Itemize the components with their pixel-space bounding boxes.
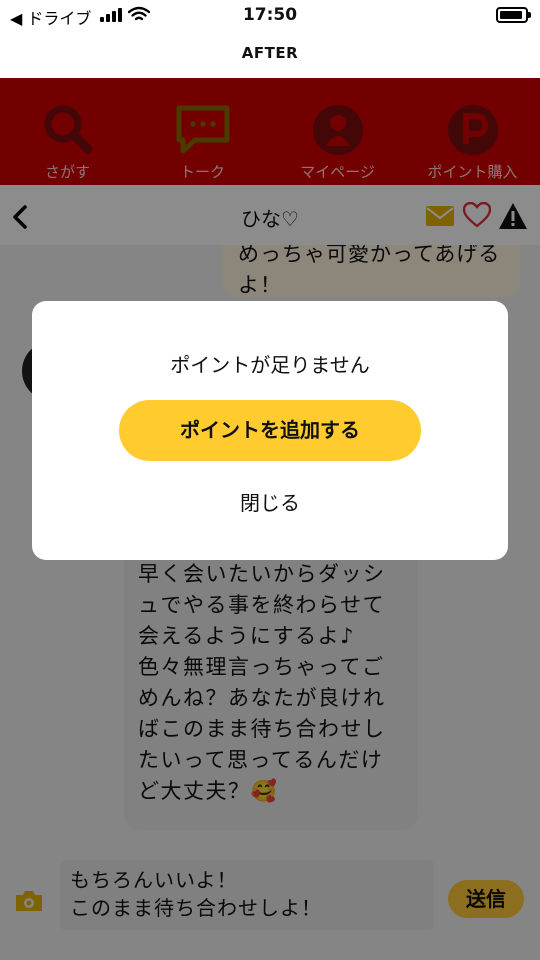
status-time: 17:50 — [242, 5, 298, 25]
insufficient-points-dialog: ポイントが足りません ポイントを追加する 閉じる — [32, 301, 508, 560]
battery-icon — [496, 7, 531, 23]
add-points-button[interactable]: ポイントを追加する — [119, 400, 421, 461]
dialog-message: ポイントが足りません — [170, 353, 370, 377]
close-button[interactable]: 閉じる — [32, 487, 508, 516]
app-title: AFTER — [241, 44, 299, 62]
status-bar: ◀ ドライブ 17:50 — [0, 0, 540, 30]
